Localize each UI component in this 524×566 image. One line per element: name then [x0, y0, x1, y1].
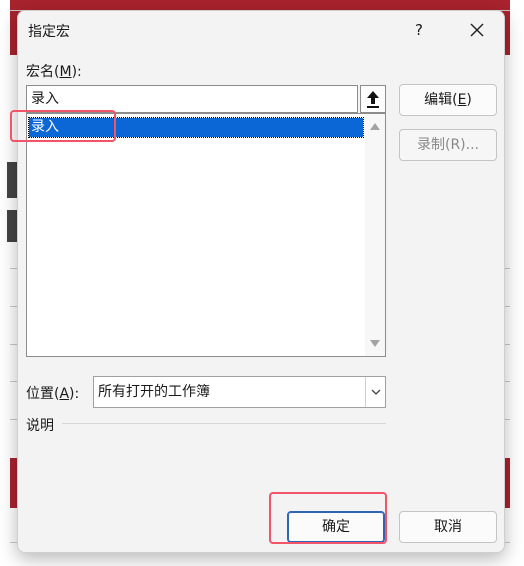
macro-list[interactable]: 录入: [26, 113, 386, 357]
location-label: 位置(A):: [26, 383, 79, 403]
macro-name-label: 宏名(M):: [26, 61, 82, 81]
title-bar: 指定宏 ?: [18, 11, 504, 49]
close-icon: [470, 23, 484, 37]
macro-name-input[interactable]: 录入: [26, 85, 358, 113]
location-label-suffix: ):: [69, 386, 80, 402]
dialog-title: 指定宏: [28, 24, 70, 40]
location-hotkey: A: [59, 386, 70, 402]
upload-arrow-icon: [367, 91, 379, 108]
location-select[interactable]: 所有打开的工作簿: [93, 376, 386, 408]
close-button[interactable]: [464, 17, 490, 43]
record-button[interactable]: 录制(R)...: [399, 129, 497, 161]
help-button[interactable]: ?: [408, 19, 430, 41]
location-value: 所有打开的工作簿: [98, 384, 210, 400]
edit-button-label: 编辑(: [424, 92, 458, 108]
background-glyph: [7, 210, 17, 242]
description-divider: [62, 423, 386, 424]
description-label: 说明: [26, 418, 54, 434]
ok-button[interactable]: 确定: [287, 511, 385, 543]
collapse-dialog-button[interactable]: [360, 85, 386, 113]
macro-list-item[interactable]: 录入: [28, 117, 364, 138]
edit-button[interactable]: 编辑(E): [399, 84, 497, 116]
scroll-down-icon[interactable]: [370, 340, 380, 347]
cancel-button[interactable]: 取消: [399, 511, 497, 543]
location-label-text: 位置(: [26, 386, 60, 402]
list-scrollbar[interactable]: [365, 114, 385, 356]
background-glyph: [7, 162, 17, 198]
edit-button-suffix: ): [466, 92, 472, 108]
chevron-down-icon[interactable]: [365, 377, 385, 407]
assign-macro-dialog: 指定宏 ? 宏名(M): 录入 录入 编辑(E) 录制(R)... 位置(A):…: [17, 10, 505, 553]
macro-name-hotkey: M: [59, 64, 72, 80]
macro-name-label-text: 宏名(: [26, 64, 60, 80]
scroll-up-icon[interactable]: [370, 123, 380, 130]
macro-name-label-suffix: ):: [71, 64, 82, 80]
